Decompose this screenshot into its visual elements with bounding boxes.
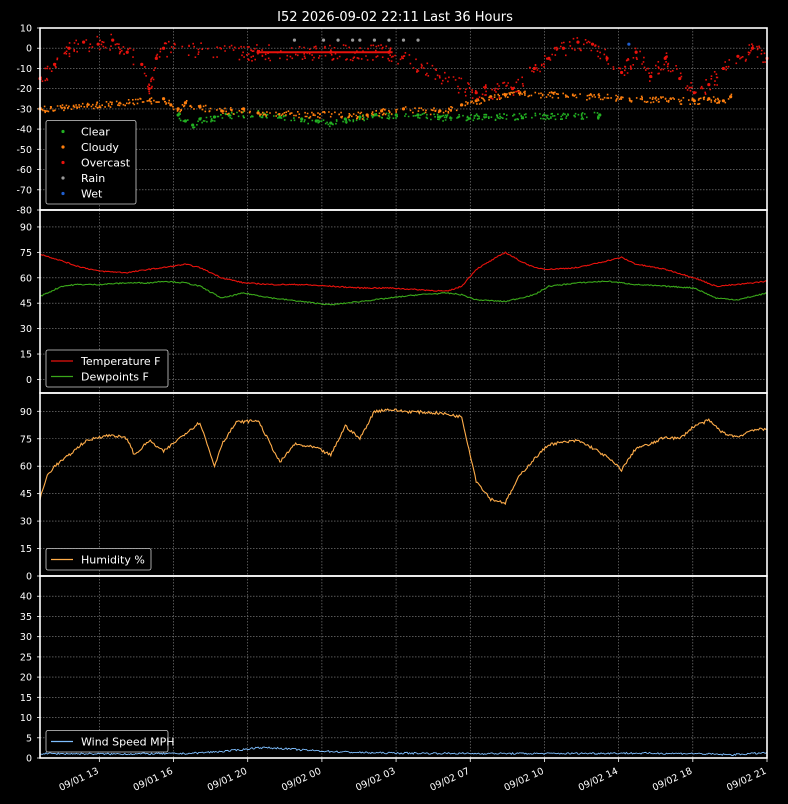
data-point [401,107,406,111]
data-point [183,119,187,123]
legend-label: Cloudy [81,141,119,154]
y-tick-label: 40 [20,592,32,603]
data-point [125,50,129,54]
y-tick-label: 15 [20,350,32,361]
data-point [729,95,733,99]
data-point [336,38,340,42]
y-tick-label: 90 [20,222,32,233]
y-tick-label: 5 [26,733,32,744]
data-point [321,38,326,42]
legend-marker [61,176,65,180]
data-point [387,38,391,42]
data-point [161,46,166,50]
data-point [416,38,420,42]
y-tick-label: -60 [16,165,32,176]
y-tick-label: 60 [20,273,32,284]
data-point [401,38,406,42]
data-point [169,103,173,107]
data-point [96,42,100,46]
data-point [300,117,304,121]
legend-label: Overcast [81,157,131,170]
data-point [532,66,536,71]
y-tick-label: -30 [16,104,32,115]
data-point [111,38,115,42]
legend-label: Wind Speed MPH [81,736,175,749]
legend: Clear Cloudy Overcast Rain Wet [45,120,137,205]
figure-title: I52 2026-09-02 22:11 Last 36 Hours [277,10,513,25]
legend: Humidity % [45,548,152,571]
data-point [707,83,711,87]
series-wet [627,42,631,46]
y-tick-label: 75 [20,434,32,445]
data-point [736,54,740,58]
data-point [576,40,580,44]
y-tick-label: 15 [20,693,32,704]
y-tick-label: 30 [20,324,32,335]
legend-label: Dewpoints F [81,371,149,384]
data-point [358,38,362,42]
data-point [620,70,624,75]
legend: Wind Speed MPH [45,730,175,753]
y-tick-label: 35 [20,612,32,623]
data-point [212,115,217,119]
legend-marker [61,129,65,134]
data-point [292,38,297,42]
y-tick-label: -40 [16,125,32,136]
legend-label: Clear [81,126,110,139]
data-point [721,66,725,71]
legend-label: Temperature F [80,355,161,368]
y-tick-label: 90 [20,407,32,418]
y-tick-label: 75 [20,248,32,259]
data-point [140,62,144,66]
legend-label: Wet [81,188,103,201]
y-tick-label: 10 [20,713,32,724]
data-point [147,87,151,91]
data-point [590,42,595,46]
y-tick-label: 0 [26,375,32,386]
y-tick-label: 25 [20,652,32,663]
y-tick-label: 10 [20,24,32,35]
y-tick-label: -10 [16,64,32,75]
data-point [358,115,362,119]
data-point [82,40,86,44]
data-point [67,46,71,50]
legend-marker [61,145,65,149]
y-tick-label: 30 [20,517,32,528]
data-point [750,46,755,50]
legend-marker [61,191,65,196]
data-point [627,42,631,46]
data-point [678,76,682,81]
data-point [191,123,195,127]
data-point [351,38,355,42]
y-tick-label: 0 [26,754,32,765]
legend: Temperature F Dewpoints F [45,349,169,388]
y-tick-label: 20 [20,673,32,684]
y-tick-label: -20 [16,84,32,95]
y-tick-label: 45 [20,299,32,310]
y-tick-label: 0 [26,44,32,55]
y-tick-label: 30 [20,632,32,643]
y-tick-label: 45 [20,489,32,500]
y-tick-label: -70 [16,185,32,196]
weather-figure: I52 2026-09-02 22:11 Last 36 Hours 10 0 -1… [0,0,788,804]
y-tick-label: -50 [16,145,32,156]
y-tick-label: -80 [16,206,32,217]
legend-label: Rain [81,172,105,185]
data-point [161,97,166,101]
legend-label: Humidity % [81,554,145,567]
y-tick-label: 15 [20,544,32,555]
y-tick-label: 60 [20,462,32,473]
legend-marker [61,160,65,165]
data-point [372,38,377,42]
data-point [561,46,566,50]
y-tick-label: 0 [26,572,32,583]
